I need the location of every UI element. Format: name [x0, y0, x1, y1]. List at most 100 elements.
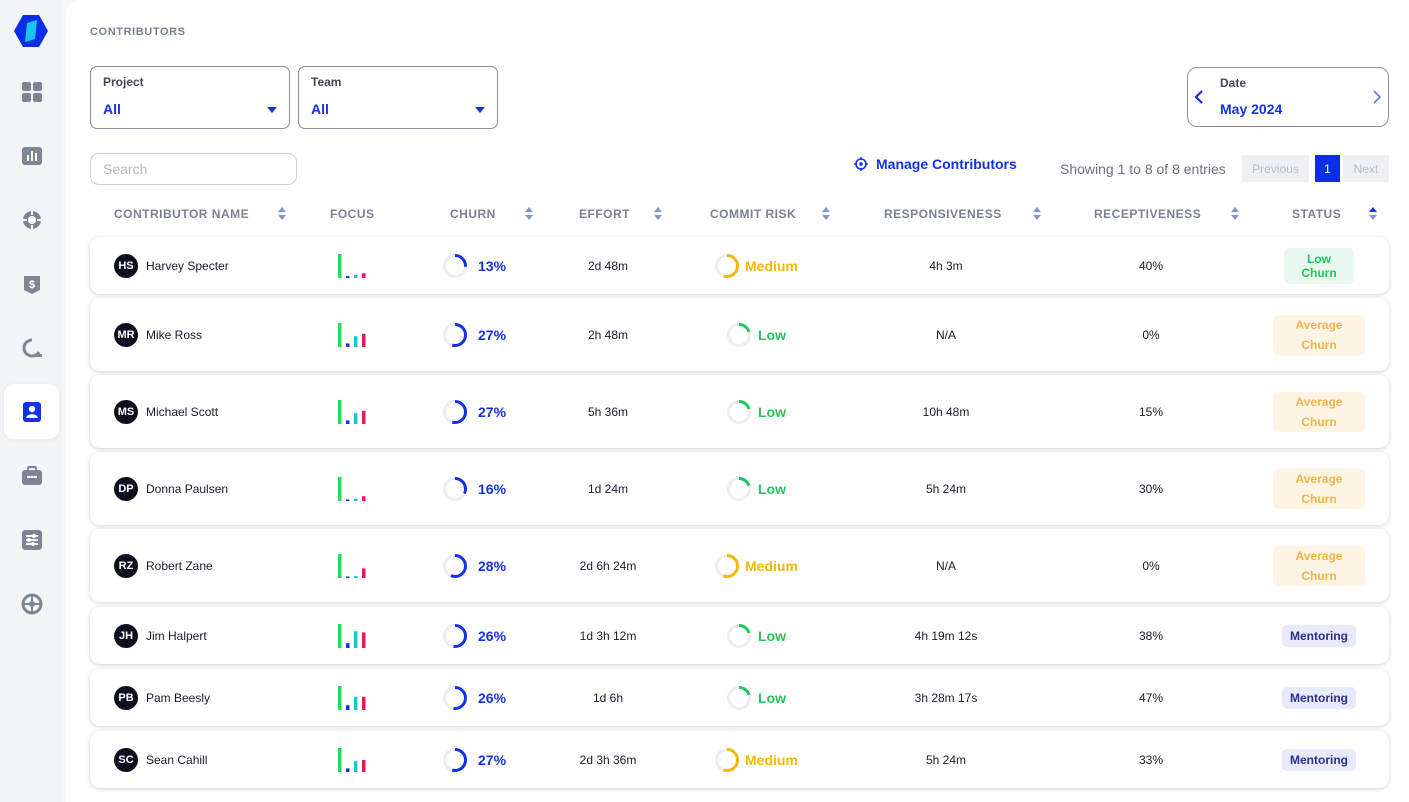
column-header-status[interactable]: STATUS	[1292, 207, 1341, 221]
column-header-focus[interactable]: FOCUS	[330, 207, 375, 221]
sort-icon[interactable]	[1231, 207, 1239, 220]
next-page-button[interactable]: Next	[1343, 155, 1389, 182]
main-panel: CONTRIBUTORS Project All Team All Date M…	[66, 0, 1409, 802]
team-select-label: Team	[311, 75, 342, 89]
previous-page-button[interactable]: Previous	[1242, 155, 1309, 182]
churn-value: 27%	[478, 403, 507, 420]
refresh-search-icon	[22, 338, 42, 357]
sort-icon[interactable]	[654, 207, 662, 220]
responsiveness-value: 4h 19m 12s	[914, 628, 978, 643]
sort-icon[interactable]	[525, 207, 533, 220]
churn-value: 13%	[478, 257, 507, 274]
effort-value: 2d 48m	[587, 258, 629, 273]
avatar: MR	[114, 322, 138, 347]
status-badge: Average Churn	[1273, 391, 1365, 432]
sidebar-item-tracking[interactable]	[4, 192, 59, 247]
sidebar-item-dashboard[interactable]	[4, 64, 59, 119]
date-picker: Date May 2024	[1187, 67, 1389, 127]
column-header-responsiveness[interactable]: RESPONSIVENESS	[884, 207, 1002, 221]
table-row[interactable]: HS Harvey Specter 13% Medium 2d 48m 4h 3m 40% L…	[90, 237, 1389, 294]
table-row[interactable]: JH Jim Halpert 26% Low 1d 3h 12m 4h 19m 12s 38…	[90, 607, 1389, 664]
logo[interactable]	[13, 13, 49, 49]
commit-risk-ring	[727, 476, 751, 501]
table-row[interactable]: MS Michael Scott 27% Low 5h 36m 10h 48m 15% Ave…	[90, 375, 1389, 448]
sidebar: $	[0, 0, 62, 802]
responsiveness-value: N/A	[935, 327, 956, 342]
receptiveness-value: 0%	[1142, 558, 1160, 573]
sidebar-item-settings[interactable]	[4, 512, 59, 567]
sort-icon[interactable]	[822, 207, 830, 220]
sort-icon[interactable]	[1033, 207, 1041, 220]
table-row[interactable]: MR Mike Ross 27% Low 2h 48m N/A 0% Average Chur…	[90, 298, 1389, 371]
contributor-name[interactable]: Mike Ross	[146, 328, 202, 342]
table-row[interactable]: PB Pam Beesly 26% Low 1d 6h 3h 28m 17s 47% Ment…	[90, 669, 1389, 726]
network-icon	[21, 593, 42, 614]
contributor-name[interactable]: Harvey Specter	[146, 259, 229, 273]
table-row[interactable]: SC Sean Cahill 27% Medium 2d 3h 36m 5h 24m 33%…	[90, 731, 1389, 788]
date-prev-button[interactable]	[1188, 86, 1210, 108]
sidebar-item-integrations[interactable]	[4, 576, 59, 631]
briefcase-icon	[21, 465, 42, 485]
sidebar-item-billing[interactable]: $	[4, 256, 59, 311]
sidebar-item-projects[interactable]	[4, 448, 59, 503]
status-badge: Low Churn	[1284, 247, 1354, 284]
status-badge: Mentoring	[1282, 748, 1356, 771]
churn-ring	[443, 253, 467, 278]
column-header-effort[interactable]: EFFORT	[579, 207, 630, 221]
project-select-label: Project	[103, 75, 144, 89]
churn-ring	[443, 399, 467, 424]
search-input[interactable]	[90, 153, 297, 185]
focus-chart	[338, 399, 366, 424]
status-badge: Average Churn	[1273, 468, 1365, 509]
commit-risk-label: Low	[758, 627, 786, 644]
sidebar-item-reviews[interactable]	[4, 320, 59, 375]
churn-value: 27%	[478, 326, 507, 343]
sort-icon[interactable]	[1369, 207, 1377, 220]
grid-icon	[21, 81, 42, 102]
contributor-name[interactable]: Michael Scott	[146, 405, 218, 419]
caret-down-icon	[267, 107, 277, 113]
table-row[interactable]: DP Donna Paulsen 16% Low 1d 24m 5h 24m 30% Aver…	[90, 452, 1389, 525]
churn-value: 26%	[478, 627, 507, 644]
team-select[interactable]: Team All	[298, 66, 498, 129]
focus-chart	[338, 253, 366, 278]
avatar: MS	[114, 399, 138, 424]
column-header-commit-risk[interactable]: COMMIT RISK	[710, 207, 796, 221]
table-row[interactable]: RZ Robert Zane 28% Medium 2d 6h 24m N/A 0% Aver…	[90, 529, 1389, 602]
effort-value: 2d 6h 24m	[579, 558, 637, 573]
contributor-name[interactable]: Jim Halpert	[146, 629, 207, 643]
sort-icon[interactable]	[278, 207, 286, 220]
entries-info: Showing 1 to 8 of 8 entries	[1060, 161, 1226, 177]
responsiveness-value: 3h 28m 17s	[914, 690, 978, 705]
contributor-name[interactable]: Robert Zane	[146, 559, 213, 573]
churn-value: 28%	[478, 557, 507, 574]
sidebar-item-contributors[interactable]	[4, 384, 59, 439]
responsiveness-value: 5h 24m	[925, 752, 967, 767]
commit-risk-ring	[715, 553, 739, 578]
manage-contributors-button[interactable]: Manage Contributors	[854, 156, 1017, 172]
page-1-button[interactable]: 1	[1315, 155, 1340, 182]
date-label: Date	[1220, 76, 1247, 90]
sidebar-item-reports[interactable]	[4, 128, 59, 183]
churn-ring	[443, 747, 467, 772]
churn-ring	[443, 685, 467, 710]
project-select-value: All	[103, 101, 121, 117]
status-badge: Mentoring	[1282, 686, 1356, 709]
contributor-name[interactable]: Sean Cahill	[146, 753, 207, 767]
receptiveness-value: 47%	[1138, 690, 1164, 705]
status-badge: Average Churn	[1273, 314, 1365, 355]
effort-value: 5h 36m	[587, 404, 629, 419]
project-select[interactable]: Project All	[90, 66, 290, 129]
date-value: May 2024	[1220, 101, 1283, 117]
avatar: SC	[114, 747, 138, 772]
caret-down-icon	[475, 107, 485, 113]
contributor-name[interactable]: Pam Beesly	[146, 691, 210, 705]
column-header-receptiveness[interactable]: RECEPTIVENESS	[1094, 207, 1201, 221]
svg-text:$: $	[28, 279, 34, 291]
column-header-churn[interactable]: CHURN	[450, 207, 496, 221]
contributor-name[interactable]: Donna Paulsen	[146, 482, 228, 496]
date-next-button[interactable]	[1366, 86, 1388, 108]
bar-chart-icon	[21, 146, 42, 165]
column-header-name[interactable]: CONTRIBUTOR NAME	[114, 207, 249, 221]
focus-chart	[338, 476, 366, 501]
